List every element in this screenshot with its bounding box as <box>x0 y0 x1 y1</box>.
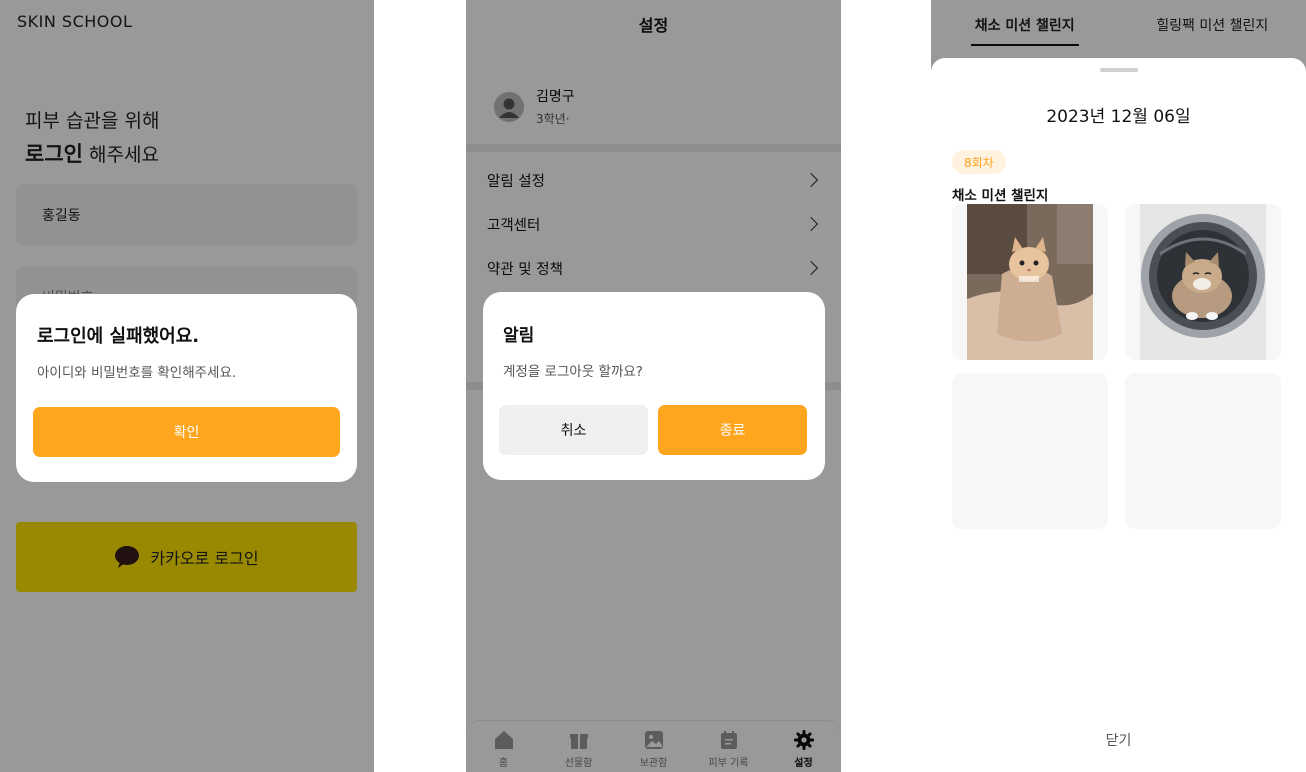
mission-date: 2023년 12월 06일 <box>1046 107 1191 127</box>
logout-dialog: 알림 계정을 로그아웃 할까요? 취소 종료 <box>483 292 825 480</box>
round-badge: 8회차 <box>952 150 1006 174</box>
dialog-title: 알림 <box>503 326 535 346</box>
login-screen: SKIN SCHOOL 피부 습관을 위해 로그인 해주세요 홍길동 비밀번호 … <box>0 0 374 772</box>
mission-screen: 채소 미션 챌린지 힐링팩 미션 챌린지 2023년 12월 06일 8회차 채… <box>931 0 1306 772</box>
empty-photo-slot[interactable] <box>1125 373 1281 529</box>
mission-detail-sheet: 2023년 12월 06일 8회차 채소 미션 챌린지 닫기 <box>931 58 1306 772</box>
sheet-drag-handle[interactable] <box>1100 68 1138 72</box>
mission-photo-cell[interactable] <box>1125 204 1281 360</box>
cancel-button[interactable]: 취소 <box>499 405 648 455</box>
empty-photo-slot[interactable] <box>952 373 1108 529</box>
dialog-title: 로그인에 실패했어요. <box>37 326 200 347</box>
cat-in-washing-machine-photo <box>1140 204 1266 360</box>
mission-photo-cell[interactable] <box>952 204 1108 360</box>
cat-in-blanket-photo <box>967 204 1093 360</box>
logout-confirm-button[interactable]: 종료 <box>658 405 807 455</box>
close-button[interactable]: 닫기 <box>931 730 1306 750</box>
confirm-button[interactable]: 확인 <box>33 407 340 457</box>
dialog-message: 아이디와 비밀번호를 확인해주세요. <box>37 365 237 381</box>
settings-screen: 설정 김명구 3학년· 알림 설정 고객센터 약관 및 정책 홈 선물함 보관함… <box>466 0 841 772</box>
mission-section-title: 채소 미션 챌린지 <box>952 188 1049 204</box>
login-failed-dialog: 로그인에 실패했어요. 아이디와 비밀번호를 확인해주세요. 확인 <box>16 294 357 482</box>
dialog-message: 계정을 로그아웃 할까요? <box>503 364 643 380</box>
